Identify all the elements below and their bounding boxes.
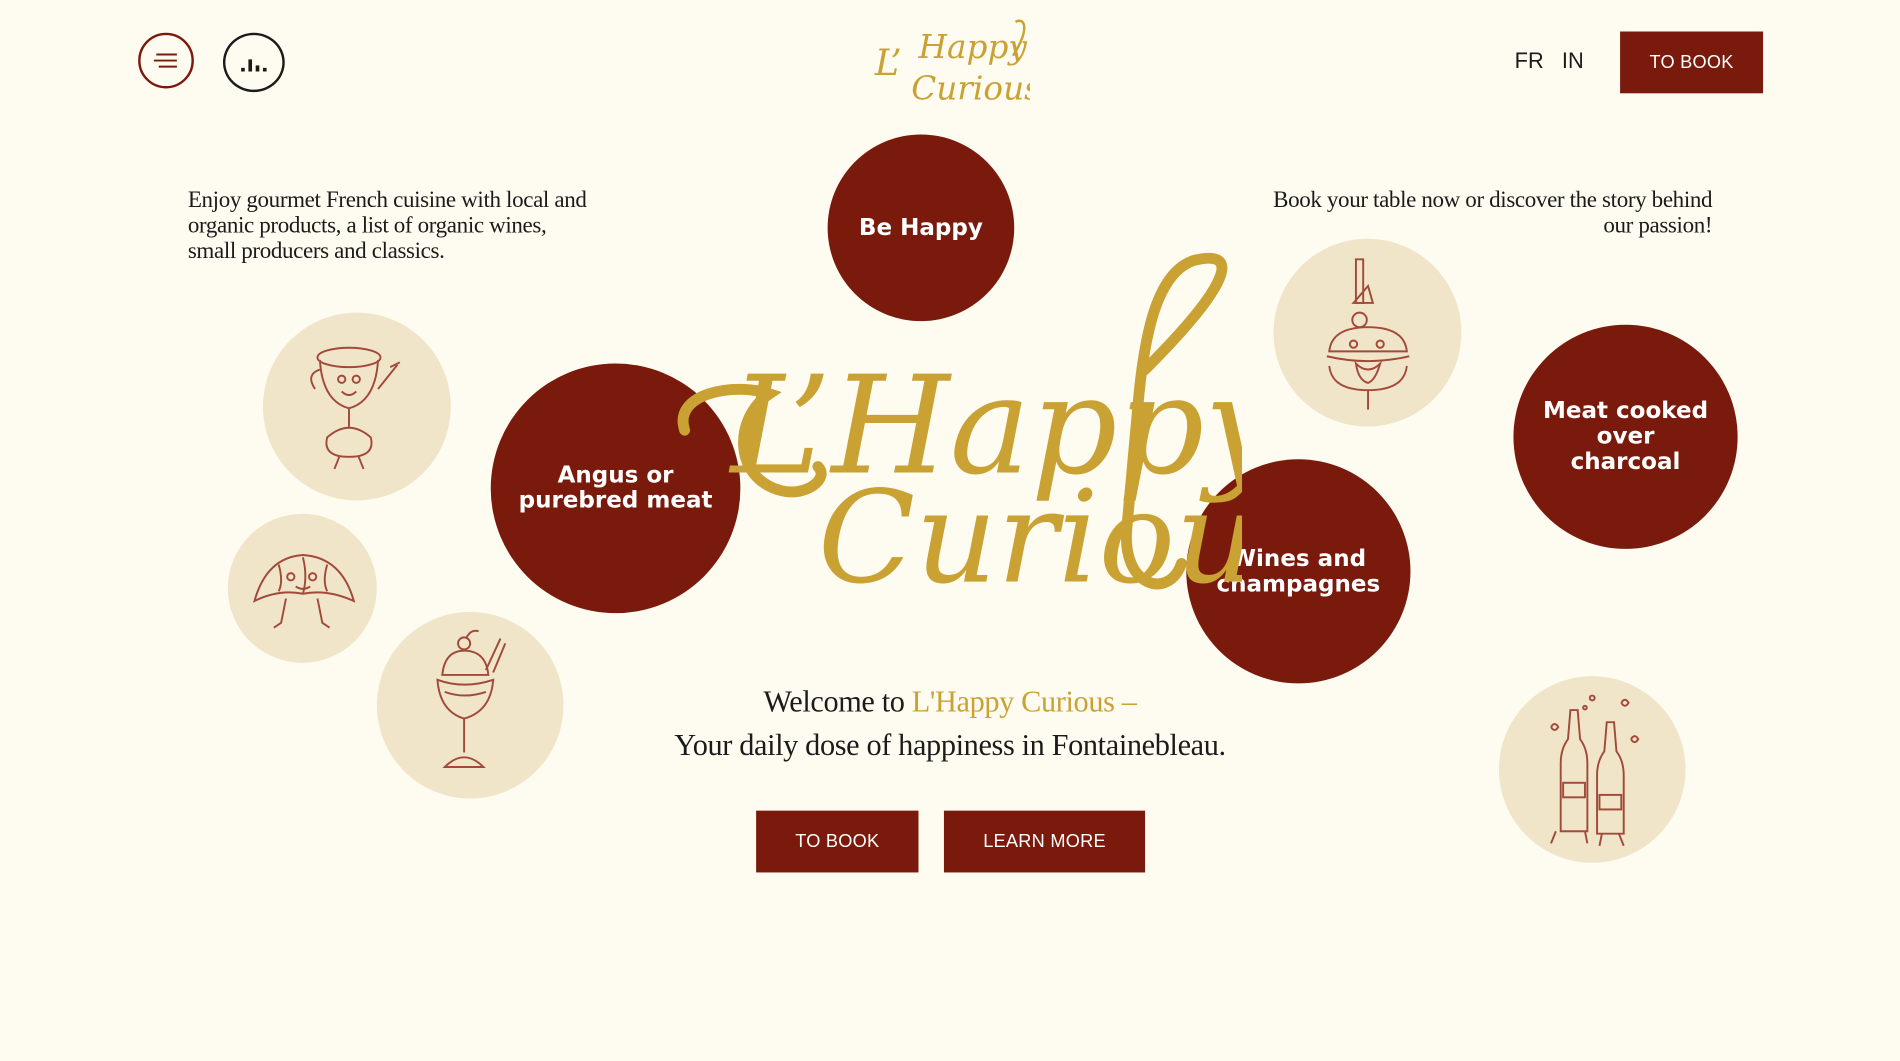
champagne-bottles-icon <box>1550 694 1640 847</box>
croissant-character-icon <box>252 553 355 628</box>
hamburger-menu-icon <box>153 53 177 68</box>
lhappy-curious-hero-logo: L’Happy Curious <box>677 252 1242 612</box>
page: L’ Happy Curious FR IN TO BOOK Enjoy gou… <box>0 0 1900 1061</box>
svg-text:L’: L’ <box>874 41 902 84</box>
charcoal-meat-bubble: Meat cooked over charcoal <box>1513 324 1738 549</box>
learn-more-button[interactable]: LEARN MORE <box>943 810 1146 873</box>
svg-text:Curious: Curious <box>911 69 1030 107</box>
welcome-line: Welcome to L'Happy Curious – <box>606 686 1294 720</box>
sundae-illustration-bubble <box>376 611 564 799</box>
welcome-dash: – <box>1114 685 1137 719</box>
champagne-illustration-bubble <box>1498 676 1686 863</box>
svg-text:Curious: Curious <box>818 465 1242 612</box>
language-fr[interactable]: FR <box>1515 48 1544 73</box>
charcoal-meat-label: Meat cooked over charcoal <box>1542 397 1709 475</box>
welcome-tagline: Your daily dose of happiness in Fontaine… <box>674 729 1226 763</box>
intro-left-text: Enjoy gourmet French cuisine with local … <box>187 187 587 265</box>
burger-character-icon <box>1326 257 1409 409</box>
burger-illustration-bubble <box>1273 238 1462 427</box>
be-happy-label: Be Happy <box>858 213 983 241</box>
croissant-illustration-bubble <box>227 513 377 663</box>
menu-button[interactable] <box>138 32 194 89</box>
coffee-cup-character-icon <box>309 346 400 469</box>
language-en[interactable]: IN <box>1562 48 1584 73</box>
svg-text:Happy: Happy <box>917 28 1027 66</box>
intro-right-text: Book your table now or discover the stor… <box>1273 187 1713 239</box>
ice-cream-sundae-icon <box>436 629 507 768</box>
welcome-brand: L'Happy Curious <box>911 685 1115 719</box>
coffee-illustration-bubble <box>262 312 451 501</box>
book-button[interactable]: TO BOOK <box>756 810 919 873</box>
lhappy-curious-logo[interactable]: L’ Happy Curious <box>870 12 1030 114</box>
header-book-button[interactable]: TO BOOK <box>1620 31 1764 94</box>
welcome-prefix: Welcome to <box>763 685 912 719</box>
sound-toggle-button[interactable] <box>222 32 285 93</box>
sound-bars-icon <box>240 58 266 71</box>
